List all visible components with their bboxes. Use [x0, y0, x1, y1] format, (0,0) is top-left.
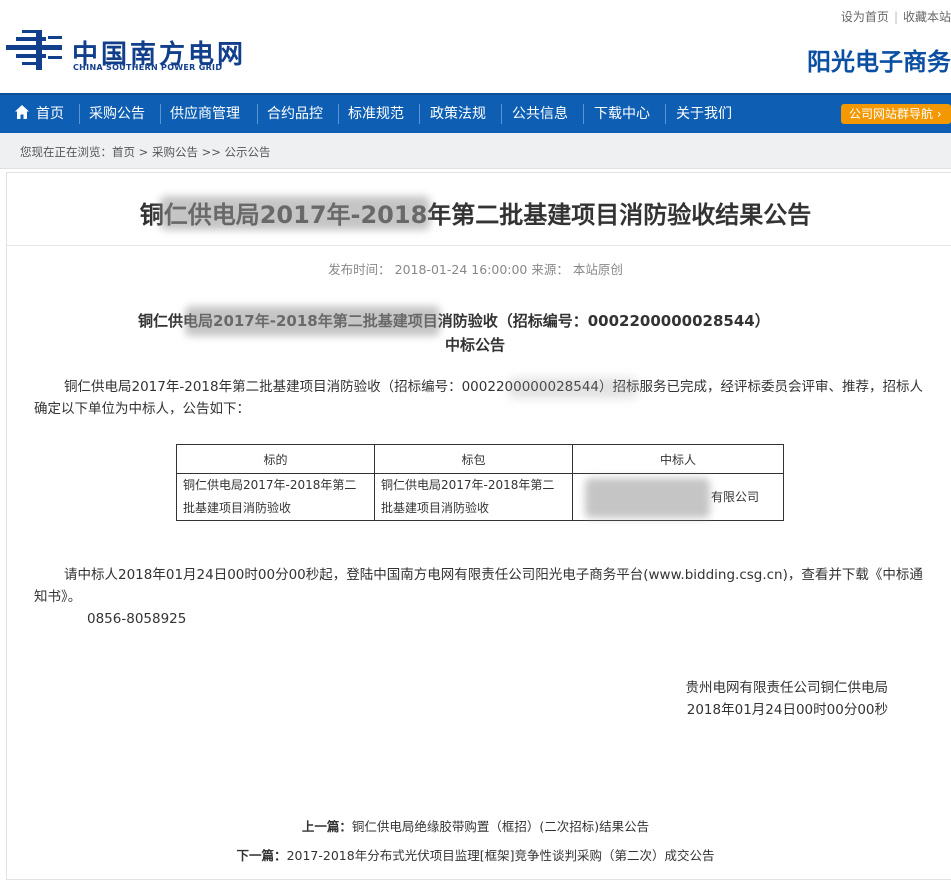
prev-article-link[interactable]: 上一篇：铜仁供电局绝缘胶带购置（框招）(二次招标)结果公告 — [0, 816, 951, 835]
breadcrumb: 您现在正在浏览：首页 > 采购公告 >> 公示公告 — [0, 133, 951, 169]
nav-item-home[interactable]: 首页 — [14, 95, 64, 133]
redaction-blur — [508, 378, 638, 398]
table-cell: 铜仁供电局2017年-2018年第二批基建项目消防验收 — [176, 473, 375, 521]
top-links: 设为首页 | 收藏本站 — [840, 10, 951, 24]
nav-item-download[interactable]: 下载中心 — [594, 95, 650, 133]
header: 设为首页 | 收藏本站 中国南方电网 CHINA SOUTHERN POWER GR… — [0, 0, 951, 93]
bookmark-link[interactable]: 收藏本站 — [903, 10, 951, 24]
table-cell: 铜仁供电局2017年-2018年第二批基建项目消防验收 — [374, 473, 573, 521]
nav-divider — [257, 104, 258, 124]
home-icon — [15, 105, 29, 119]
nav-item-about[interactable]: 关于我们 — [676, 95, 732, 133]
nav-divider — [665, 104, 666, 124]
set-homepage-link[interactable]: 设为首页 — [841, 10, 889, 24]
nav-item-public-info[interactable]: 公共信息 — [512, 95, 568, 133]
table-header: 中标人 — [572, 444, 784, 474]
nav-item-policy[interactable]: 政策法规 — [430, 95, 486, 133]
table-header: 标包 — [374, 444, 573, 474]
breadcrumb-text[interactable]: 您现在正在浏览：首页 > 采购公告 >> 公示公告 — [20, 144, 271, 160]
nav-item-supplier[interactable]: 供应商管理 — [170, 95, 240, 133]
nav-item-contract[interactable]: 合约品控 — [267, 95, 323, 133]
next-article-link[interactable]: 下一篇：2017-2018年分布式光伏项目监理[框架]竞争性谈判采购（第二次）成… — [0, 845, 951, 864]
logo-text-en: CHINA SOUTHERN POWER GRID — [73, 63, 223, 72]
signature-date: 2018年01月24日00时00分00秒 — [686, 702, 888, 718]
table-header-row: 标的 标包 中标人 — [176, 444, 784, 474]
publish-meta: 发布时间： 2018-01-24 16:00:00 来源： 本站原创 — [328, 262, 623, 277]
main-nav: 首页 采购公告 供应商管理 合约品控 标准规范 政策法规 公共信息 下载中心 关… — [0, 93, 951, 133]
table-header: 标的 — [176, 444, 375, 474]
redaction-blur — [160, 196, 430, 230]
redaction-blur — [185, 306, 440, 336]
announcement-heading: 中标公告 — [445, 336, 506, 354]
site-group-nav-button[interactable]: 公司网站群导航 › — [841, 104, 951, 124]
chevron-right-icon: › — [936, 107, 942, 121]
nav-item-standards[interactable]: 标准规范 — [348, 95, 404, 133]
announcement-paragraph: 铜仁供电局2017年-2018年第二批基建项目消防验收（招标编号：0002200… — [34, 379, 924, 417]
nav-divider — [79, 104, 80, 124]
page-title: 铜仁供电局2017年-2018年第二批基建项目消防验收结果公告 — [139, 201, 812, 229]
nav-divider — [160, 104, 161, 124]
contact-phone: 0856-8058925 — [87, 611, 187, 627]
nav-divider — [338, 104, 339, 124]
csg-logo-icon — [6, 30, 62, 70]
redaction-blur — [585, 478, 710, 518]
nav-divider — [583, 104, 584, 124]
signature-org: 贵州电网有限责任公司铜仁供电局 — [685, 680, 889, 696]
notice-paragraph: 请中标人2018年01月24日00时00分00秒起，登陆中国南方电网有限责任公司… — [34, 567, 923, 605]
article-container — [6, 172, 951, 880]
nav-item-procurement[interactable]: 采购公告 — [89, 95, 145, 133]
divider — [7, 245, 951, 246]
nav-divider — [501, 104, 502, 124]
nav-divider — [419, 104, 420, 124]
platform-title: 阳光电子商务 — [807, 48, 951, 76]
